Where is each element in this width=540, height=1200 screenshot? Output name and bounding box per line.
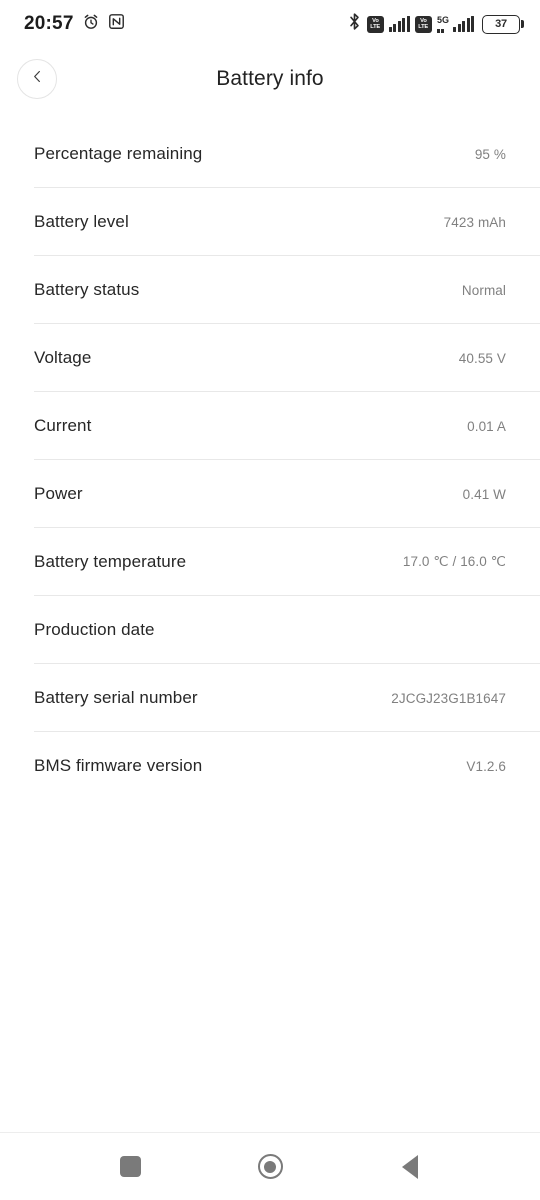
table-row[interactable]: Power 0.41 W (0, 460, 540, 528)
phone-screen: 20:57 Vo LTE Vo LTE 5G 37 Battery info P… (0, 0, 540, 1200)
battery-icon: 37 (482, 14, 524, 34)
row-value: 0.41 W (462, 486, 506, 502)
row-label: Voltage (34, 348, 92, 367)
row-value: 0.01 A (467, 418, 506, 434)
status-bar-left: 20:57 (24, 13, 125, 36)
row-label: Current (34, 416, 92, 435)
chevron-left-icon (30, 69, 45, 89)
volte-icon-sim1: Vo LTE (366, 15, 384, 33)
volte-bottom-label: LTE (370, 24, 381, 31)
alarm-clock-icon (82, 13, 100, 36)
5g-label: 5G (436, 14, 449, 25)
row-label: Percentage remaining (34, 144, 203, 163)
battery-percent-label: 37 (495, 18, 507, 30)
table-row[interactable]: Voltage 40.55 V (0, 324, 540, 392)
row-label: Battery temperature (34, 552, 187, 571)
row-value: 40.55 V (458, 350, 506, 366)
bluetooth-icon (347, 12, 362, 36)
5g-icon: 5G (436, 14, 449, 34)
row-label: Production date (34, 620, 155, 639)
row-value: 17.0 ℃ / 16.0 ℃ (402, 554, 506, 569)
row-label: Power (34, 484, 83, 503)
home-button[interactable] (240, 1143, 300, 1191)
row-label: Battery level (34, 212, 129, 231)
row-value: Normal (461, 282, 506, 298)
row-label: Battery status (34, 280, 140, 299)
data-activity-arrows-icon (436, 26, 444, 33)
android-navigation-bar (0, 1132, 540, 1200)
triangle-back-icon (402, 1154, 418, 1179)
status-bar-right: Vo LTE Vo LTE 5G 37 (347, 12, 524, 36)
row-label: BMS firmware version (34, 756, 203, 775)
status-bar-clock: 20:57 (24, 13, 74, 34)
status-bar: 20:57 Vo LTE Vo LTE 5G 37 (0, 0, 540, 48)
row-label: Battery serial number (34, 688, 198, 707)
row-value: V1.2.6 (466, 758, 506, 774)
table-row[interactable]: Battery serial number 2JCGJ23G1B1647 (0, 664, 540, 732)
table-row[interactable]: Battery level 7423 mAh (0, 188, 540, 256)
back-nav-button[interactable] (380, 1143, 440, 1191)
table-row[interactable]: Current 0.01 A (0, 392, 540, 460)
battery-cap (521, 20, 524, 28)
volte-top-label-2: Vo (420, 17, 427, 24)
nfc-icon (108, 13, 125, 35)
page-title: Battery info (216, 67, 324, 90)
app-header: Battery info (0, 48, 540, 110)
signal-bars-icon-sim2 (453, 16, 474, 32)
circle-home-icon (257, 1154, 283, 1179)
square-recents-icon (119, 1156, 141, 1177)
recents-button[interactable] (100, 1143, 160, 1191)
volte-icon-sim2: Vo LTE (414, 15, 432, 33)
table-row[interactable]: Production date (0, 596, 540, 664)
table-row[interactable]: Battery status Normal (0, 256, 540, 324)
volte-bottom-label-2: LTE (418, 24, 429, 31)
battery-body: 37 (482, 14, 520, 34)
back-button[interactable] (17, 59, 57, 99)
row-value: 2JCGJ23G1B1647 (391, 690, 506, 706)
battery-info-list: Percentage remaining 95 % Battery level … (0, 110, 540, 1132)
table-row[interactable]: Percentage remaining 95 % (0, 120, 540, 188)
table-row[interactable]: Battery temperature 17.0 ℃ / 16.0 ℃ (0, 528, 540, 596)
signal-bars-icon-sim1 (388, 16, 410, 32)
row-value: 7423 mAh (443, 214, 506, 230)
row-value: 95 % (474, 146, 506, 162)
table-row[interactable]: BMS firmware version V1.2.6 (0, 732, 540, 800)
volte-top-label: Vo (372, 17, 379, 24)
